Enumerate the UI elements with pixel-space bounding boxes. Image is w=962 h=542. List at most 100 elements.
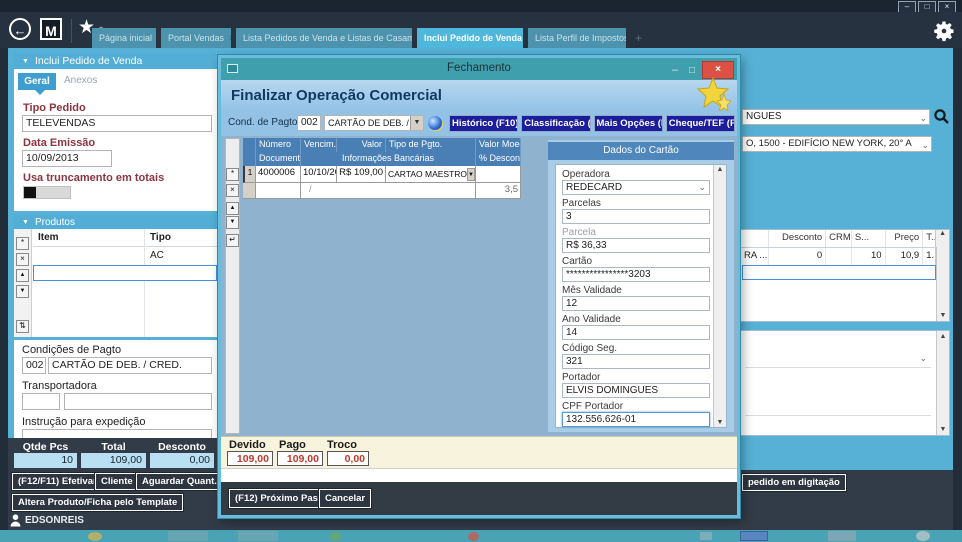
dialog-maximize-button[interactable]: □ [685,65,699,76]
settings-gear-icon[interactable] [932,19,956,43]
tab-pagina-inicial[interactable]: Página inicial × [92,28,156,48]
aguardar-quant-button[interactable]: Aguardar Quant. [136,473,223,490]
dialog-titlebar[interactable]: Fechamento – □ × [221,58,737,80]
transportadora-desc-field[interactable] [64,393,212,410]
instrucao-textarea[interactable] [22,429,212,438]
mais-opcoes-button[interactable]: Mais Opções (F11) [594,115,663,132]
taskbar-icon[interactable] [700,532,712,540]
move-down-button[interactable]: ▼ [226,216,239,229]
telefone-icon[interactable] [428,116,442,130]
new-tab-button[interactable]: + [631,31,642,45]
taskbar-icon[interactable] [468,532,479,541]
payment-row[interactable]: 1 4000006 10/10/2013 R$ 109,00 CARTAO MA… [243,166,521,183]
chevron-down-icon[interactable]: ⌄ [919,353,927,364]
dropdown-arrow-icon[interactable]: ▼ [467,168,475,181]
scroll-up-icon[interactable]: ▲ [940,333,947,340]
itens-selected-row[interactable] [742,265,936,280]
cpf-portador-field[interactable]: 132.556.626-01 [562,412,710,427]
cell-documento[interactable] [256,183,301,199]
grid-scrollbar-top[interactable]: ▲ [935,230,949,247]
app-logo[interactable]: M [40,18,62,40]
move-up-button[interactable]: ▲ [226,202,239,215]
tab-portal-vendas[interactable]: Portal Vendas × [161,28,231,48]
scroll-down-icon[interactable]: ▼ [717,419,724,426]
tab-lista-pedidos[interactable]: Lista Pedidos de Venda e Listas de Casam… [236,28,412,48]
search-icon[interactable] [933,108,950,125]
cell-tipo-pgto[interactable]: CARTAO MAESTRO ▼ [386,166,476,183]
produtos-selected-row[interactable] [33,265,217,281]
taskbar-icon[interactable] [740,531,768,541]
chevron-down-icon[interactable]: ⌄ [698,181,706,194]
cartao-field[interactable]: ****************3203 [562,267,710,282]
right-panel-scrollbar[interactable]: ▲ ▼ [936,331,949,435]
scroll-up-icon[interactable]: ▲ [717,166,724,173]
confirm-row-button[interactable]: ↵ [226,234,239,247]
dropdown-arrow-icon[interactable]: ▼ [410,116,423,130]
add-payment-button[interactable]: * [226,168,239,181]
cliente-combo[interactable]: NGUES ⌄ [742,109,930,125]
right-panel-select[interactable]: ⌄ [745,351,931,368]
condicoes-desc-field[interactable]: CARTÃO DE DEB. / CRED. [48,357,212,374]
cheque-tef-button[interactable]: Cheque/TEF (F8) [666,115,735,132]
cell-pct-desconto[interactable]: 3,5 [476,183,521,199]
efetivar-button[interactable]: (F12/F11) Efetivar [12,473,103,490]
taskbar-icon[interactable] [238,531,278,541]
order-panel-header[interactable]: ▼ Inclui Pedido de Venda [14,53,218,69]
tipo-pedido-field[interactable]: TELEVENDAS [22,115,212,132]
mes-validade-field[interactable]: 12 [562,296,710,311]
tab-inclui-pedido[interactable]: Inclui Pedido de Venda × [417,28,523,48]
cell-numero[interactable]: 4000006 [256,166,301,183]
tab-anexos[interactable]: Anexos [64,75,97,86]
cliente-button[interactable]: Cliente [95,473,139,490]
data-emissao-field[interactable]: 10/09/2013 [22,150,112,167]
taskbar-icon[interactable] [88,532,102,541]
altera-template-button[interactable]: Altera Produto/Ficha pelo Template [12,494,183,511]
taskbar-icon[interactable] [828,531,856,541]
add-row-button[interactable]: * [16,237,29,250]
chevron-down-icon[interactable]: ⌄ [919,111,927,125]
move-down-button[interactable]: ▼ [16,285,29,298]
card-scrollbar[interactable]: ▲ ▼ [713,165,726,427]
taskbar-icon[interactable] [330,532,341,541]
cond-pagto-combo[interactable]: CARTÃO DE DEB. / CRE ▼ [324,115,424,131]
move-up-button[interactable]: ▲ [16,269,29,282]
condicoes-code-field[interactable]: 002 [22,357,46,374]
chevron-down-icon[interactable]: ⌄ [921,138,929,152]
endereco-combo[interactable]: O, 1500 - EDIFÍCIO NEW YORK, 20° A ⌄ [742,136,932,152]
scroll-down-icon[interactable]: ▼ [940,426,947,433]
cell-vencim[interactable]: 10/10/2013 [301,166,337,183]
pedido-digitacao-button[interactable]: pedido em digitação [742,474,846,491]
tab-geral[interactable]: Geral [18,73,56,90]
troco-value[interactable]: 0,00 [327,451,369,466]
historico-button[interactable]: Histórico (F10) [449,115,518,132]
cell-inf-bancarias[interactable]: / [301,183,476,199]
taskbar-icon[interactable] [168,531,208,541]
portador-field[interactable]: ELVIS DOMINGUES [562,383,710,398]
truncamento-toggle[interactable] [23,186,71,199]
delete-row-button[interactable]: × [16,253,29,266]
cell-valor[interactable]: R$ 109,00 [337,166,386,183]
parcela-field[interactable]: R$ 36,33 [562,238,710,253]
produtos-row-tipo[interactable]: AC [150,250,164,261]
grid-scrollbar-track[interactable]: . ▼ [936,247,949,321]
tab-lista-perfil[interactable]: Lista Perfil de Impostos × [528,28,626,48]
devido-value[interactable]: 109,00 [227,451,273,466]
itens-grid-row[interactable]: RA ... 0 10 10,9 1... [741,248,949,265]
cell-valor-moeda[interactable] [476,166,521,183]
ano-validade-field[interactable]: 14 [562,325,710,340]
dialog-minimize-button[interactable]: – [668,64,682,76]
parcelas-field[interactable]: 3 [562,209,710,224]
produtos-header[interactable]: ▼ Produtos [14,215,218,229]
tab-close-icon[interactable]: × [229,33,231,43]
cancelar-button[interactable]: Cancelar [319,489,371,508]
expand-rows-button[interactable]: ⇅ [16,320,29,333]
pago-value[interactable]: 109,00 [277,451,323,466]
cond-pagto-code-field[interactable]: 002 [297,115,321,131]
operadora-select[interactable]: REDECARD ⌄ [562,180,710,195]
taskbar-icon[interactable] [916,531,930,541]
scroll-down-icon[interactable]: ▼ [940,312,947,321]
delete-payment-button[interactable]: × [226,184,239,197]
codigo-seg-field[interactable]: 321 [562,354,710,369]
scroll-up-icon[interactable]: ▲ [939,230,946,237]
transportadora-code-field[interactable] [22,393,60,410]
